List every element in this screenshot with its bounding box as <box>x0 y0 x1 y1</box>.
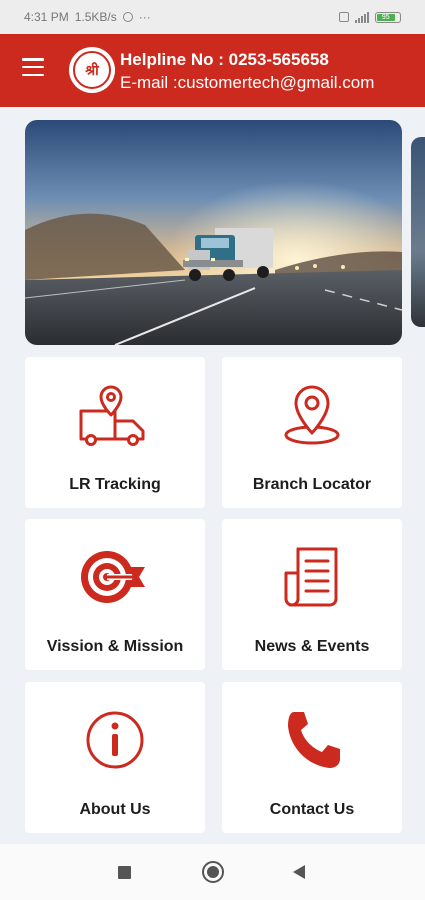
banner-carousel-next-slide[interactable] <box>411 137 425 327</box>
tile-label: Contact Us <box>269 801 355 818</box>
tile-news-events[interactable]: News & Events <box>222 519 402 670</box>
tile-contact-us[interactable]: Contact Us <box>222 682 402 833</box>
phone-icon <box>288 712 340 768</box>
battery-icon: 95 <box>375 11 401 23</box>
truck-location-icon <box>79 385 145 446</box>
logo-text: श्री <box>73 51 111 89</box>
tile-label: Branch Locator <box>252 476 372 493</box>
info-icon <box>86 711 144 769</box>
tile-label: LR Tracking <box>69 476 161 493</box>
back-triangle-icon[interactable] <box>293 865 305 879</box>
newspaper-icon <box>284 547 338 607</box>
tile-label: News & Events <box>254 638 370 655</box>
sim-icon <box>339 12 349 22</box>
header-contact-info: Helpline No : 0253-565658 E-mail :custom… <box>120 49 374 95</box>
system-navigation-bar <box>0 844 425 900</box>
tile-vision-mission[interactable]: Vission & Mission <box>25 519 205 670</box>
tile-branch-locator[interactable]: Branch Locator <box>222 357 402 508</box>
status-more-dots: ··· <box>138 10 151 24</box>
truck-banner-image <box>25 120 402 345</box>
app-header: श्री Helpline No : 0253-565658 E-mail :c… <box>0 34 425 107</box>
signal-icon <box>355 11 369 23</box>
recents-square-icon[interactable] <box>118 866 131 879</box>
home-circle-icon[interactable] <box>202 861 224 883</box>
hamburger-menu-icon[interactable] <box>22 58 44 76</box>
company-logo: श्री <box>69 47 115 93</box>
map-pin-icon <box>284 385 340 445</box>
status-bar: 4:31 PM 1.5KB/s ··· 95 <box>0 0 425 34</box>
tile-label: About Us <box>79 801 151 818</box>
tile-lr-tracking[interactable]: LR Tracking <box>25 357 205 508</box>
status-network-speed: 1.5KB/s <box>74 10 117 24</box>
status-time: 4:31 PM <box>24 10 69 24</box>
contact-email[interactable]: E-mail :customertech@gmail.com <box>120 71 374 95</box>
alarm-icon <box>122 12 133 22</box>
tile-about-us[interactable]: About Us <box>25 682 205 833</box>
target-icon <box>81 551 145 603</box>
banner-carousel-slide[interactable] <box>25 120 402 345</box>
battery-level: 95 <box>377 13 395 21</box>
tile-label: Vission & Mission <box>46 638 184 655</box>
helpline-number[interactable]: Helpline No : 0253-565658 <box>120 49 374 71</box>
